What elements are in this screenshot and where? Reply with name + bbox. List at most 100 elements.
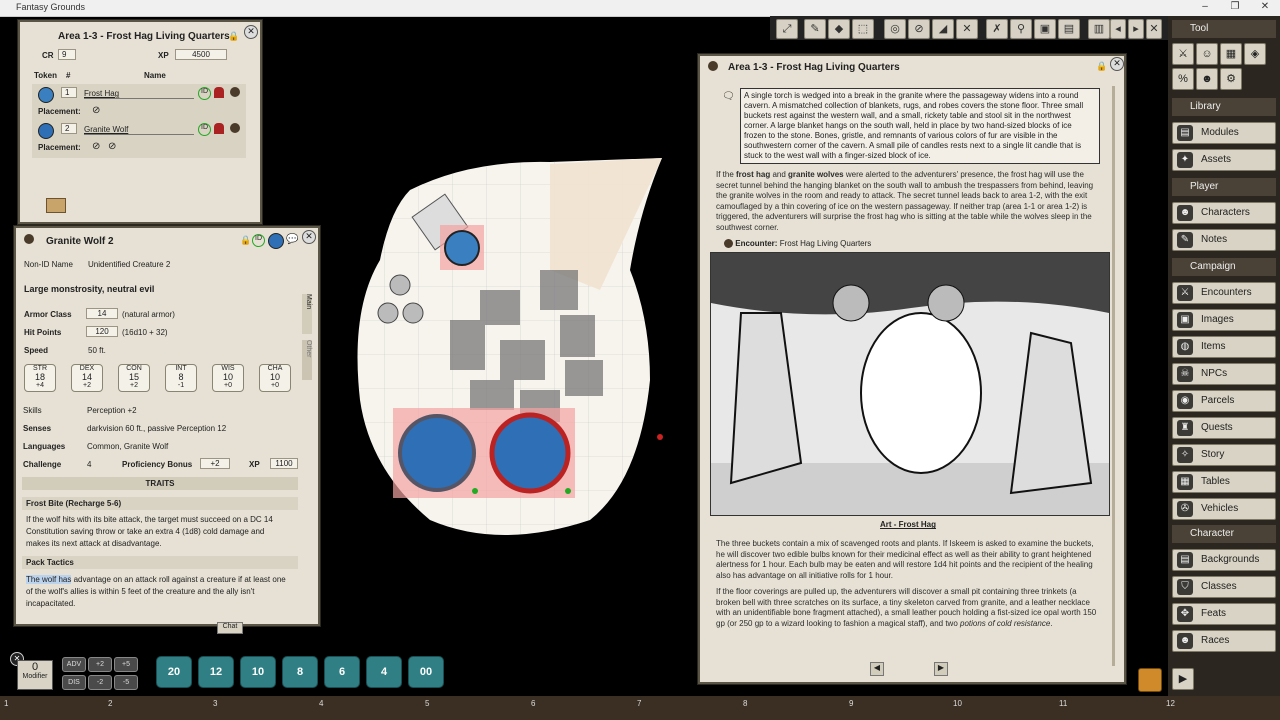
id-icon[interactable]: ID [198,123,211,136]
trait-name[interactable]: Pack Tactics [22,556,298,569]
npc-link[interactable]: Frost Hag [84,89,194,99]
ability-str[interactable]: STR 18 +4 [24,364,56,392]
sidebar-item-characters[interactable]: ☻ Characters [1172,202,1276,224]
link-icon[interactable] [230,87,240,97]
plus5-button[interactable]: +5 [114,657,138,672]
expand-icon[interactable]: ⤢ [776,19,798,39]
link-icon[interactable] [230,123,240,133]
sidebar-item-quests[interactable]: ♜ Quests [1172,417,1276,439]
placement-check-icon[interactable]: ⊘ [108,141,116,152]
shield-lock-icon[interactable]: ▥ [1088,19,1110,39]
frost-hag-token[interactable] [444,230,480,266]
ability-con[interactable]: CON 15 +2 [118,364,150,392]
count-field[interactable]: 2 [61,123,77,134]
sidebar-item-vehicles[interactable]: ✇ Vehicles [1172,498,1276,520]
calendar-icon[interactable]: ▦ [1220,43,1242,65]
ability-cha[interactable]: CHA 10 +0 [259,364,291,392]
sidebar-item-backgrounds[interactable]: ▤ Backgrounds [1172,549,1276,571]
plus2-button[interactable]: +2 [88,657,112,672]
ac-field[interactable]: 14 [86,308,118,319]
minimize-button[interactable]: – [1190,1,1220,15]
pin-icon[interactable]: ⚲ [1010,19,1032,39]
hotkey-number[interactable]: 8 [743,699,747,708]
prof-field[interactable]: +2 [200,458,230,469]
placement-check-icon[interactable]: ⊘ [92,141,100,152]
minus5-button[interactable]: -5 [114,675,138,690]
lock-icon[interactable]: 🔒 [240,235,251,246]
d12-die[interactable]: 12 [198,656,234,688]
hotkey-number[interactable]: 7 [637,699,641,708]
close-icon[interactable]: ✕ [244,25,258,39]
maximize-button[interactable]: ❐ [1220,1,1250,15]
xp-field[interactable]: 4500 [175,49,227,60]
sidebar-header-library[interactable]: Library [1172,98,1276,116]
select-icon[interactable]: ⬚ [852,19,874,39]
d20-die[interactable]: 20 [156,656,192,688]
scrollbar[interactable] [1112,86,1115,666]
no-vision-icon[interactable]: ⊘ [908,19,930,39]
gear-icon[interactable]: ⚙ [1220,68,1242,90]
placement-check-icon[interactable]: ⊘ [92,105,100,116]
trait-text[interactable]: If the wolf hits with its bite attack, t… [26,514,288,550]
faction-icon[interactable] [214,87,224,98]
hotkey-number[interactable]: 5 [425,699,429,708]
id-icon[interactable]: ID [198,87,211,100]
d8-die[interactable]: 8 [282,656,318,688]
challenge-value[interactable]: 4 [87,460,91,469]
d4-die[interactable]: 4 [366,656,402,688]
sidebar-item-feats[interactable]: ✥ Feats [1172,603,1276,625]
hotkey-number[interactable]: 10 [953,699,962,708]
hp-field[interactable]: 120 [86,326,118,337]
art-caption[interactable]: Art - Frost Hag [716,520,1100,529]
chat-bubble-icon[interactable]: 💬 [286,234,298,245]
languages-value[interactable]: Common, Granite Wolf [87,442,168,451]
sidebar-item-story[interactable]: ✧ Story [1172,444,1276,466]
sidebar-header-campaign[interactable]: Campaign [1172,258,1276,276]
close-icon[interactable]: ✕ [302,230,316,244]
lock-icon[interactable]: 🔒 [1096,61,1107,72]
link-icon[interactable] [708,61,718,71]
sidebar-item-races[interactable]: ☻ Races [1172,630,1276,652]
close-icon[interactable]: ✕ [1110,57,1124,71]
d100-die[interactable]: 00 [408,656,444,688]
lock-icon[interactable]: ▣ [1034,19,1056,39]
prev-page-button[interactable]: ◀ [870,662,884,676]
modifier-box[interactable]: 0 Modifier [17,660,53,690]
hotkey-number[interactable]: 3 [213,699,217,708]
next-page-button[interactable]: ▶ [934,662,948,676]
token-icon[interactable] [38,87,54,103]
sidebar-item-tables[interactable]: ▦ Tables [1172,471,1276,493]
sidebar-item-classes[interactable]: ⛉ Classes [1172,576,1276,598]
sidebar-header-character[interactable]: Character [1172,525,1276,543]
tab-other[interactable]: Other [302,340,312,380]
hotkey-number[interactable]: 4 [319,699,323,708]
token-icon[interactable] [268,233,284,249]
faction-icon[interactable] [214,123,224,134]
hotkey-number[interactable]: 12 [1166,699,1175,708]
crossed-swords-icon[interactable]: ⚔ [1172,43,1194,65]
sidebar-header-player[interactable]: Player [1172,178,1276,196]
crossed-swords-icon[interactable]: ✕ [956,19,978,39]
sidebar-item-items[interactable]: ◍ Items [1172,336,1276,358]
pencil-icon[interactable]: ✎ [804,19,826,39]
count-field[interactable]: 1 [61,87,77,98]
skills-value[interactable]: Perception +2 [87,406,137,415]
chat-button[interactable]: Chat [217,622,243,634]
sidebar-item-assets[interactable]: ✦ Assets [1172,149,1276,171]
cross-icon[interactable]: ✗ [986,19,1008,39]
tab-main[interactable]: Main [302,294,312,334]
sidebar-header-tool[interactable]: Tool [1172,20,1276,38]
percent-icon[interactable]: % [1172,68,1194,90]
minus2-button[interactable]: -2 [88,675,112,690]
sidebar-item-images[interactable]: ▣ Images [1172,309,1276,331]
zoom-in-icon[interactable]: ▸ [1128,19,1144,39]
trait-name[interactable]: Frost Bite (Recharge 5-6) [22,497,298,510]
art-image[interactable] [710,252,1110,517]
zoom-out-icon[interactable]: ◂ [1110,19,1126,39]
granite-wolf-2-token[interactable] [489,412,571,494]
d6-die[interactable]: 6 [324,656,360,688]
sidebar-item-npcs[interactable]: ☠ NPCs [1172,363,1276,385]
sidebar-item-modules[interactable]: ▤ Modules [1172,122,1276,144]
npc-link[interactable]: Granite Wolf [84,125,194,135]
hotkey-number[interactable]: 9 [849,699,853,708]
